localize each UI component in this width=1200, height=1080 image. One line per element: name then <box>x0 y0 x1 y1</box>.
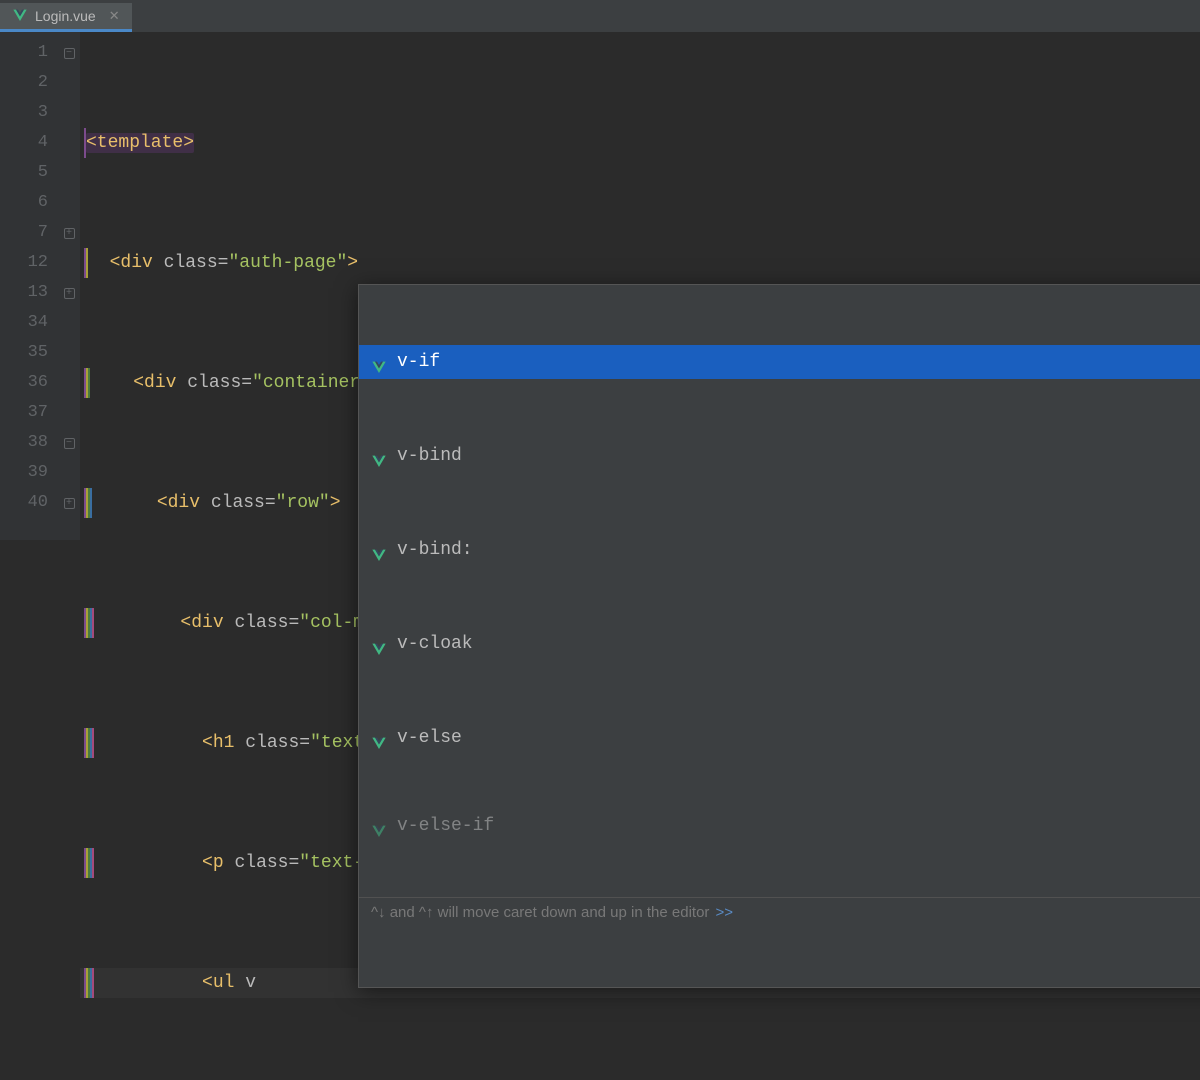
autocomplete-popup[interactable]: v-if v-bind v-bind: v-cloak v-else v-els… <box>358 284 1200 988</box>
autocomplete-label: v-cloak <box>397 629 473 659</box>
code-line: <template> <box>80 128 1200 158</box>
line-number: 39 <box>0 458 48 488</box>
hint-link[interactable]: >> <box>715 898 733 928</box>
vue-icon <box>371 637 387 651</box>
line-number: 3 <box>0 98 48 128</box>
autocomplete-item[interactable]: v-else <box>359 721 1200 755</box>
autocomplete-label: v-bind <box>397 441 462 471</box>
autocomplete-label: v-else <box>397 723 462 753</box>
tab-bar: Login.vue ✕ <box>0 0 1200 32</box>
close-icon[interactable]: ✕ <box>109 8 120 24</box>
autocomplete-hint: ^↓ and ^↑ will move caret down and up in… <box>359 897 1200 927</box>
autocomplete-item[interactable]: v-bind <box>359 439 1200 473</box>
line-number: 37 <box>0 398 48 428</box>
line-number: 40 <box>0 488 48 518</box>
vue-icon <box>371 819 387 833</box>
line-number-gutter: 1 2 3 4 5 6 7 12 13 34 35 36 37 38 39 40 <box>0 32 58 540</box>
vue-icon <box>371 355 387 369</box>
file-tab[interactable]: Login.vue ✕ <box>0 3 132 32</box>
autocomplete-item[interactable]: v-bind: <box>359 533 1200 567</box>
line-number: 2 <box>0 68 48 98</box>
vue-icon <box>371 449 387 463</box>
vue-icon <box>371 731 387 745</box>
line-number: 7 <box>0 218 48 248</box>
code-line: <div class="auth-page"> <box>80 248 1200 278</box>
fold-plus-icon[interactable]: + <box>64 498 75 509</box>
fold-minus-icon[interactable]: − <box>64 438 75 449</box>
line-number: 36 <box>0 368 48 398</box>
fold-plus-icon[interactable]: + <box>64 228 75 239</box>
hint-text: ^↓ and ^↑ will move caret down and up in… <box>371 898 709 928</box>
line-number: 34 <box>0 308 48 338</box>
autocomplete-item[interactable]: v-if <box>359 345 1200 379</box>
vue-icon <box>371 543 387 557</box>
line-number: 38 <box>0 428 48 458</box>
autocomplete-item[interactable]: v-else-if <box>359 815 1200 837</box>
line-number: 5 <box>0 158 48 188</box>
autocomplete-label: v-else-if <box>397 815 494 837</box>
line-number: 4 <box>0 128 48 158</box>
fold-plus-icon[interactable]: + <box>64 288 75 299</box>
code-area[interactable]: <template> <div class="auth-page"> <div … <box>80 32 1200 540</box>
editor[interactable]: 1 2 3 4 5 6 7 12 13 34 35 36 37 38 39 40… <box>0 32 1200 540</box>
line-number: 1 <box>0 38 48 68</box>
tab-filename: Login.vue <box>35 8 96 24</box>
line-number: 12 <box>0 248 48 278</box>
vue-icon <box>12 9 28 23</box>
line-number: 35 <box>0 338 48 368</box>
autocomplete-label: v-if <box>397 347 440 377</box>
fold-gutter: − + + − + <box>58 32 80 540</box>
fold-minus-icon[interactable]: − <box>64 48 75 59</box>
line-number: 6 <box>0 188 48 218</box>
autocomplete-item[interactable]: v-cloak <box>359 627 1200 661</box>
line-number: 13 <box>0 278 48 308</box>
